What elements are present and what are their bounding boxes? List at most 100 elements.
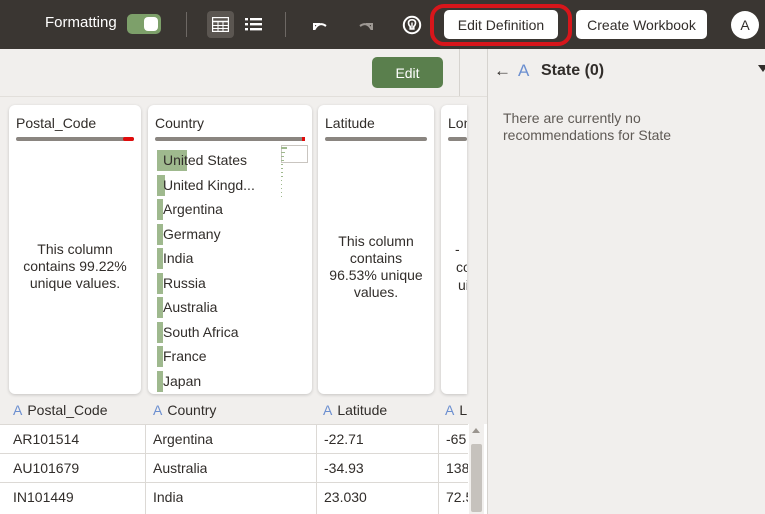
- undo-icon: [312, 22, 327, 30]
- distribution-minimap: [281, 147, 287, 197]
- message-fragment: ui: [458, 277, 467, 293]
- edit-definition-button[interactable]: Edit Definition: [444, 10, 558, 39]
- back-arrow-icon[interactable]: ←: [494, 61, 511, 81]
- country-value-label: South Africa: [163, 323, 239, 340]
- toolbar-divider: [186, 12, 187, 37]
- text-type-icon: A: [323, 402, 333, 418]
- quality-bar: [155, 137, 305, 141]
- scroll-thumb[interactable]: [471, 444, 482, 512]
- unique-values-message: This column contains 99.22% unique value…: [23, 241, 127, 291]
- column-name: L: [459, 402, 468, 418]
- column-header-country[interactable]: A Country: [153, 402, 216, 418]
- create-workbook-button[interactable]: Create Workbook: [576, 10, 707, 39]
- quality-bar: [325, 137, 427, 141]
- table-cell: 23.030: [324, 489, 367, 505]
- country-value-item[interactable]: United Kingd...: [157, 173, 285, 198]
- column-name: Latitude: [337, 402, 388, 418]
- empty-recommendations-message: There are currently no recommendations f…: [503, 110, 672, 143]
- country-value-label: India: [163, 250, 194, 267]
- table-cell: -22.71: [324, 431, 364, 447]
- country-value-item[interactable]: Germany: [157, 222, 285, 247]
- table-cell: -65: [446, 431, 467, 447]
- country-value-label: Russia: [163, 274, 206, 291]
- column-header-row: A Postal_Code A Country A Latitude AL: [0, 396, 487, 424]
- text-type-icon: A: [445, 402, 455, 418]
- column-divider: [438, 424, 439, 514]
- user-avatar[interactable]: A: [731, 11, 759, 39]
- country-value-label: France: [163, 348, 207, 365]
- divider: [0, 96, 487, 97]
- quality-bar-error: [123, 137, 134, 141]
- column-name: Country: [167, 402, 217, 418]
- quality-bar: [16, 137, 134, 141]
- country-value-item[interactable]: France: [157, 344, 285, 369]
- top-toolbar: Formatting Edit Definition Create Workbo…: [0, 0, 765, 49]
- chevron-down-icon[interactable]: [758, 65, 765, 72]
- table-cell: 138: [446, 460, 468, 476]
- recommendations-button[interactable]: [398, 11, 425, 38]
- table-row[interactable]: IN101449 India 23.030 72.5: [0, 482, 468, 511]
- quality-bar-error: [302, 137, 305, 141]
- column-header-postal-code[interactable]: A Postal_Code: [13, 402, 108, 418]
- country-value-item[interactable]: United States: [157, 148, 285, 173]
- table-cell: AU101679: [13, 460, 80, 476]
- table-cell: Australia: [153, 460, 208, 476]
- card-title: Country: [155, 115, 205, 131]
- column-divider: [145, 424, 146, 514]
- message-fragment: co: [456, 259, 467, 275]
- country-value-label: Argentina: [163, 201, 223, 218]
- column-header-longitude[interactable]: AL: [445, 402, 467, 418]
- formatting-label: Formatting: [45, 14, 117, 31]
- country-value-label: United States: [163, 152, 248, 169]
- table-cell: IN101449: [13, 489, 74, 505]
- country-value-item[interactable]: India: [157, 246, 285, 271]
- column-name: Postal_Code: [27, 402, 108, 418]
- unique-values-message: This column contains 96.53% unique value…: [329, 233, 423, 300]
- lightbulb-icon: [402, 15, 421, 34]
- value-distribution-list: United States United Kingd... Argentina Ger…: [157, 148, 285, 393]
- area-divider: [459, 49, 460, 96]
- undo-button[interactable]: [305, 11, 332, 38]
- edit-button[interactable]: Edit: [372, 57, 443, 88]
- vertical-scrollbar[interactable]: [469, 424, 484, 514]
- country-value-item[interactable]: Russia: [157, 271, 285, 296]
- formatting-toggle[interactable]: [127, 14, 161, 34]
- country-value-label: Germany: [163, 225, 221, 242]
- list-icon: [245, 18, 262, 31]
- column-divider: [316, 424, 317, 514]
- country-value-item[interactable]: Australia: [157, 295, 285, 320]
- grid-icon: [212, 17, 229, 32]
- recommendations-panel: ← A State (0) There are currently no rec…: [487, 49, 765, 514]
- table-cell: India: [153, 489, 184, 505]
- column-header-latitude[interactable]: A Latitude: [323, 402, 387, 418]
- longitude-card[interactable]: Lon - co ui: [441, 105, 467, 394]
- toggle-knob: [144, 17, 158, 31]
- postal-code-card[interactable]: Postal_Code This column contains 99.22% …: [9, 105, 141, 394]
- country-value-item[interactable]: Japan: [157, 369, 285, 394]
- text-type-icon: A: [153, 402, 163, 418]
- country-value-label: Australia: [163, 299, 218, 316]
- text-type-icon: A: [518, 61, 530, 80]
- quality-bar: [448, 137, 467, 141]
- country-value-label: Japan: [163, 372, 202, 389]
- country-value-item[interactable]: South Africa: [157, 320, 285, 345]
- table-row[interactable]: AU101679 Australia -34.93 138: [0, 453, 468, 482]
- table-row[interactable]: AR101514 Argentina -22.71 -65: [0, 424, 468, 453]
- country-value-label: United Kingd...: [163, 176, 255, 193]
- message-fragment: -: [455, 241, 460, 257]
- redo-button[interactable]: [353, 11, 380, 38]
- table-cell: AR101514: [13, 431, 80, 447]
- list-view-button[interactable]: [240, 11, 267, 38]
- country-value-item[interactable]: Argentina: [157, 197, 285, 222]
- table-cell: Argentina: [153, 431, 213, 447]
- table-cell: -34.93: [324, 460, 364, 476]
- table-cell: 72.5: [446, 489, 468, 505]
- scroll-up-arrow-icon[interactable]: [472, 428, 480, 433]
- grid-view-button[interactable]: [207, 11, 234, 38]
- latitude-card[interactable]: Latitude This column contains 96.53% uni…: [318, 105, 434, 394]
- redo-icon: [358, 22, 373, 30]
- data-table: AR101514 Argentina -22.71 -65 AU101679 A…: [0, 424, 487, 514]
- card-title: Lon: [448, 115, 467, 131]
- text-type-icon: A: [13, 402, 23, 418]
- card-title: Postal_Code: [16, 115, 97, 131]
